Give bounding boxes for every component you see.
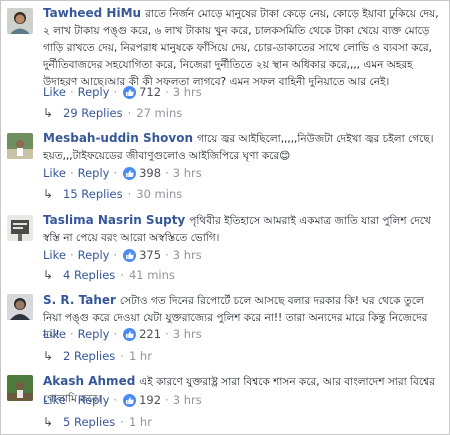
thumbs-up-icon: [123, 248, 137, 262]
avatar[interactable]: [7, 215, 33, 241]
like-count[interactable]: 192: [123, 393, 161, 407]
like-count-value: 375: [139, 248, 162, 262]
comment-author-link[interactable]: Tawheed HiMu: [43, 6, 141, 20]
separator: ·: [113, 248, 118, 262]
avatar[interactable]: [7, 8, 33, 34]
thumbs-up-icon: [123, 393, 137, 407]
separator: ·: [113, 166, 118, 180]
separator: ·: [69, 166, 74, 180]
comment-actions: Like · Reply · 221 · 3 hrs: [43, 327, 202, 341]
separator: ·: [69, 248, 74, 262]
comment-author-link[interactable]: S. R. Taher: [43, 293, 116, 307]
separator: ·: [165, 166, 169, 180]
replies-count[interactable]: 5 Replies: [63, 415, 115, 429]
separator: ·: [120, 415, 124, 429]
reply-link[interactable]: Reply: [78, 393, 110, 407]
comment-body: Taslima Nasrin Supty পৃথিবীর ইতিহাসে আমরা…: [43, 212, 445, 247]
like-count-value: 221: [139, 327, 162, 341]
reply-arrow-icon: ↳: [43, 106, 54, 120]
separator: ·: [127, 106, 132, 120]
comment-body: Mesbah-uddin Shovon গায়ে জ্বর আইছিলো,,,,…: [43, 130, 445, 165]
comment-body: Tawheed HiMu রাতে নির্জন মোড়ে মানুষের টা…: [43, 5, 445, 91]
thumbs-up-icon: [123, 166, 137, 180]
comment-text: রাতে নির্জন মোড়ে মানুষের টাকা কেড়ে নেয…: [43, 8, 439, 88]
separator: ·: [120, 268, 124, 282]
reply-arrow-icon: ↳: [43, 268, 54, 282]
reply-arrow-icon: ↳: [43, 187, 54, 201]
avatar[interactable]: [7, 375, 33, 401]
comment-timestamp[interactable]: 3 hrs: [173, 248, 202, 262]
avatar[interactable]: [7, 294, 33, 320]
thumbs-up-icon: [123, 85, 137, 99]
comment-timestamp[interactable]: 3 hrs: [173, 166, 202, 180]
like-link[interactable]: Like: [43, 85, 66, 99]
replies-timestamp: 41 mins: [128, 268, 175, 282]
reply-link[interactable]: Reply: [78, 327, 110, 341]
comments-panel: Tawheed HiMu রাতে নির্জন মোড়ে মানুষের টা…: [0, 0, 450, 435]
like-count[interactable]: 221: [123, 327, 161, 341]
separator: ·: [165, 85, 169, 99]
reply-arrow-icon: ↳: [43, 349, 54, 363]
like-count[interactable]: 398: [123, 166, 161, 180]
like-count-value: 398: [139, 166, 162, 180]
like-link[interactable]: Like: [43, 327, 66, 341]
view-replies-link[interactable]: ↳ 15 Replies · 30 mins: [43, 187, 182, 201]
separator: ·: [113, 327, 118, 341]
separator: ·: [165, 393, 169, 407]
comment-actions: Like · Reply · 192 · 3 hrs: [43, 393, 202, 407]
like-link[interactable]: Like: [43, 166, 66, 180]
reply-link[interactable]: Reply: [78, 248, 110, 262]
like-count-value: 712: [139, 85, 162, 99]
avatar[interactable]: [7, 133, 33, 159]
like-count[interactable]: 712: [123, 85, 161, 99]
separator: ·: [69, 85, 74, 99]
comment-author-link[interactable]: Taslima Nasrin Supty: [43, 213, 185, 227]
like-count[interactable]: 375: [123, 248, 161, 262]
replies-timestamp: 1 hr: [128, 415, 152, 429]
view-replies-link[interactable]: ↳ 5 Replies · 1 hr: [43, 415, 152, 429]
thumbs-up-icon: [123, 327, 137, 341]
replies-count[interactable]: 29 Replies: [63, 106, 123, 120]
reply-link[interactable]: Reply: [78, 166, 110, 180]
separator: ·: [113, 393, 118, 407]
comment-timestamp[interactable]: 3 hrs: [173, 85, 202, 99]
separator: ·: [165, 248, 169, 262]
comment-actions: Like · Reply · 375 · 3 hrs: [43, 248, 202, 262]
replies-count[interactable]: 15 Replies: [63, 187, 123, 201]
view-replies-link[interactable]: ↳ 29 Replies · 27 mins: [43, 106, 182, 120]
comment-timestamp[interactable]: 3 hrs: [173, 393, 202, 407]
view-replies-link[interactable]: ↳ 4 Replies · 41 mins: [43, 268, 175, 282]
separator: ·: [113, 85, 118, 99]
separator: ·: [165, 327, 169, 341]
like-link[interactable]: Like: [43, 393, 66, 407]
view-replies-link[interactable]: ↳ 2 Replies · 1 hr: [43, 349, 152, 363]
separator: ·: [127, 187, 132, 201]
comment-actions: Like · Reply · 712 · 3 hrs: [43, 85, 202, 99]
replies-timestamp: 1 hr: [128, 349, 152, 363]
like-count-value: 192: [139, 393, 162, 407]
reply-arrow-icon: ↳: [43, 415, 54, 429]
replies-count[interactable]: 2 Replies: [63, 349, 115, 363]
separator: ·: [69, 393, 74, 407]
comment-timestamp[interactable]: 3 hrs: [173, 327, 202, 341]
comment-actions: Like · Reply · 398 · 3 hrs: [43, 166, 202, 180]
separator: ·: [69, 327, 74, 341]
comment-author-link[interactable]: Mesbah-uddin Shovon: [43, 131, 193, 145]
separator: ·: [120, 349, 124, 363]
replies-timestamp: 27 mins: [136, 106, 183, 120]
comment-author-link[interactable]: Akash Ahmed: [43, 374, 135, 388]
replies-count[interactable]: 4 Replies: [63, 268, 115, 282]
replies-timestamp: 30 mins: [136, 187, 183, 201]
like-link[interactable]: Like: [43, 248, 66, 262]
reply-link[interactable]: Reply: [78, 85, 110, 99]
